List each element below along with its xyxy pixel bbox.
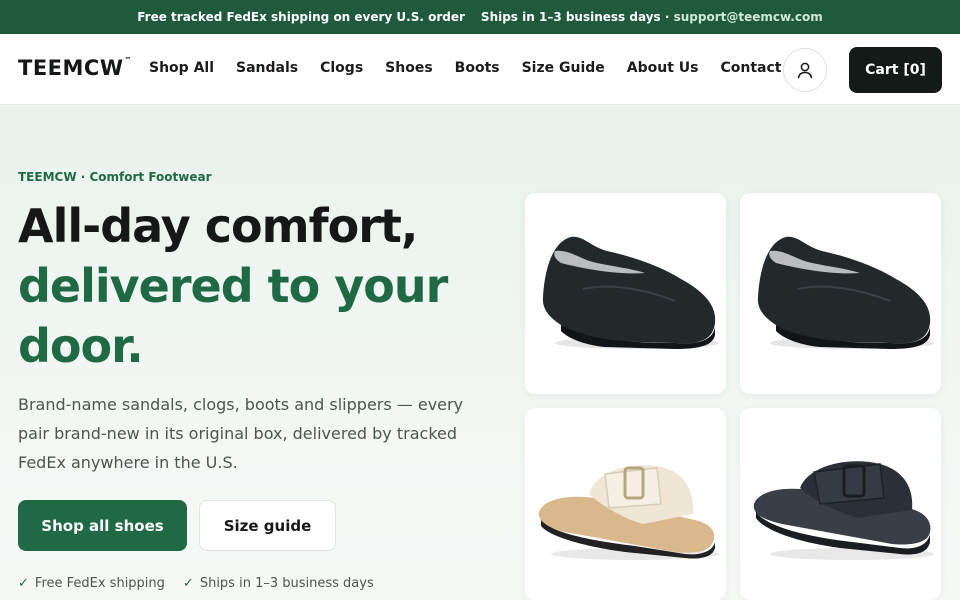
product-card[interactable] (740, 408, 941, 600)
black-clog-image (757, 236, 934, 349)
nav-about-us[interactable]: About Us (627, 60, 699, 76)
cream-cork-sandal-image (538, 465, 719, 560)
hero-perks: ✓ Free FedEx shipping ✓ Ships in 1–3 busin… (18, 576, 374, 591)
ships-note: Ships in 1–3 business days · support@tee… (481, 10, 823, 24)
check-icon: ✓ (182, 576, 194, 591)
support-email-link[interactable]: support@teemcw.com (674, 10, 823, 24)
perk-ships-fast: ✓ Ships in 1–3 business days (183, 576, 374, 591)
perk-free-shipping: ✓ Free FedEx shipping (18, 576, 165, 591)
nav-clogs[interactable]: Clogs (320, 60, 363, 76)
shipping-note: Free tracked FedEx shipping on every U.S… (137, 10, 465, 24)
trademark-mark: ™ (124, 56, 132, 64)
check-icon: ✓ (18, 576, 29, 591)
nav-boots[interactable]: Boots (455, 60, 500, 76)
product-card[interactable] (525, 408, 726, 600)
user-icon (797, 62, 813, 79)
product-card[interactable] (740, 193, 941, 394)
account-button[interactable] (783, 48, 827, 92)
nav-menu: Shop All Sandals Clogs Shoes Boots Size … (149, 60, 782, 76)
nav-sandals[interactable]: Sandals (236, 60, 298, 76)
product-card[interactable] (525, 193, 726, 394)
size-guide-button[interactable]: Size guide (199, 500, 336, 551)
hero-headline: All-day comfort, delivered to your door. (18, 196, 488, 376)
hero-section: TEEMCW · Comfort Footwear All-day comfor… (0, 106, 960, 600)
black-platform-sandal-image (753, 461, 934, 560)
shop-all-shoes-button[interactable]: Shop all shoes (18, 500, 187, 551)
nav-size-guide[interactable]: Size Guide (522, 60, 605, 76)
nav-shoes[interactable]: Shoes (385, 60, 433, 76)
cart-button[interactable]: Cart [0] (849, 47, 942, 93)
announcement-bar: Free tracked FedEx shipping on every U.S… (0, 0, 960, 34)
main-navigation: TEEMCW™ Shop All Sandals Clogs Shoes Boo… (0, 34, 960, 105)
logo-text: TEEMCW (18, 56, 124, 80)
ships-text: Ships in 1–3 business days · (480, 10, 670, 24)
black-clog-image (542, 236, 719, 349)
nav-contact[interactable]: Contact (721, 60, 782, 76)
headline-line-2: delivered to your door. (18, 259, 448, 373)
perk-text: Ships in 1–3 business days (199, 576, 374, 591)
brand-logo[interactable]: TEEMCW™ (18, 56, 132, 80)
perk-text: Free FedEx shipping (34, 576, 165, 591)
hero-description: Brand-name sandals, clogs, boots and sli… (18, 395, 464, 472)
hero-eyebrow: TEEMCW · Comfort Footwear (18, 170, 212, 184)
headline-line-1: All-day comfort, (18, 199, 418, 253)
nav-shop-all[interactable]: Shop All (149, 60, 214, 76)
